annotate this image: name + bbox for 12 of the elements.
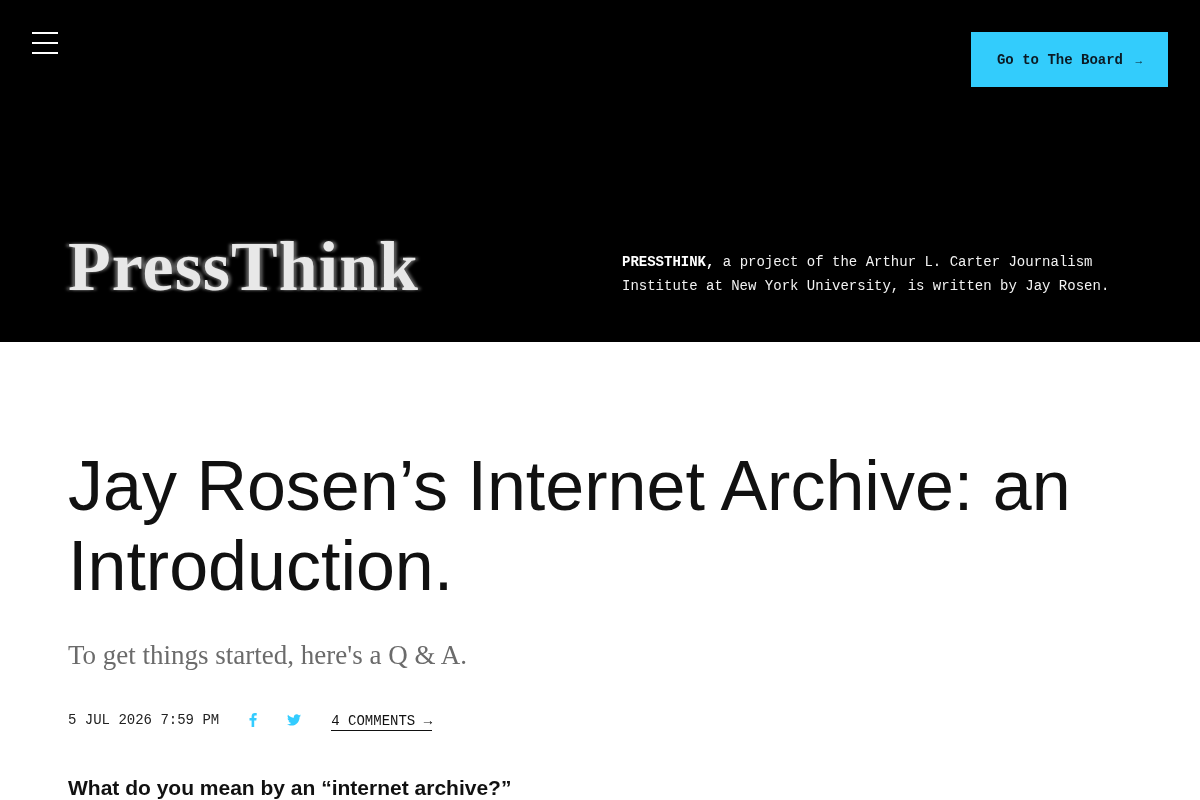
section-heading: What do you mean by an “internet archive?” xyxy=(68,777,513,799)
comments-link[interactable]: 4 COMMENTS → xyxy=(331,709,433,731)
logo[interactable]: PressThink xyxy=(64,232,424,302)
about-text: PRESSTHINK, a project of the Arthur L. Carter Journalism Institute at New York University, is written by Jay Rosen. xyxy=(622,253,1111,296)
f-letter-icon[interactable] xyxy=(249,713,258,727)
bird-icon[interactable] xyxy=(287,714,302,726)
post-date: 5 JUL 2026 7:59 PM xyxy=(68,711,220,730)
menu-icon xyxy=(32,32,58,54)
menu-button[interactable] xyxy=(32,32,58,54)
board-button[interactable]: Go to The Board → xyxy=(970,32,1168,87)
article-title: Jay Rosen’s Internet Archive: an Introduction. xyxy=(68,446,1072,606)
article-subtitle: To get things started, here's a Q & A. xyxy=(68,639,468,672)
